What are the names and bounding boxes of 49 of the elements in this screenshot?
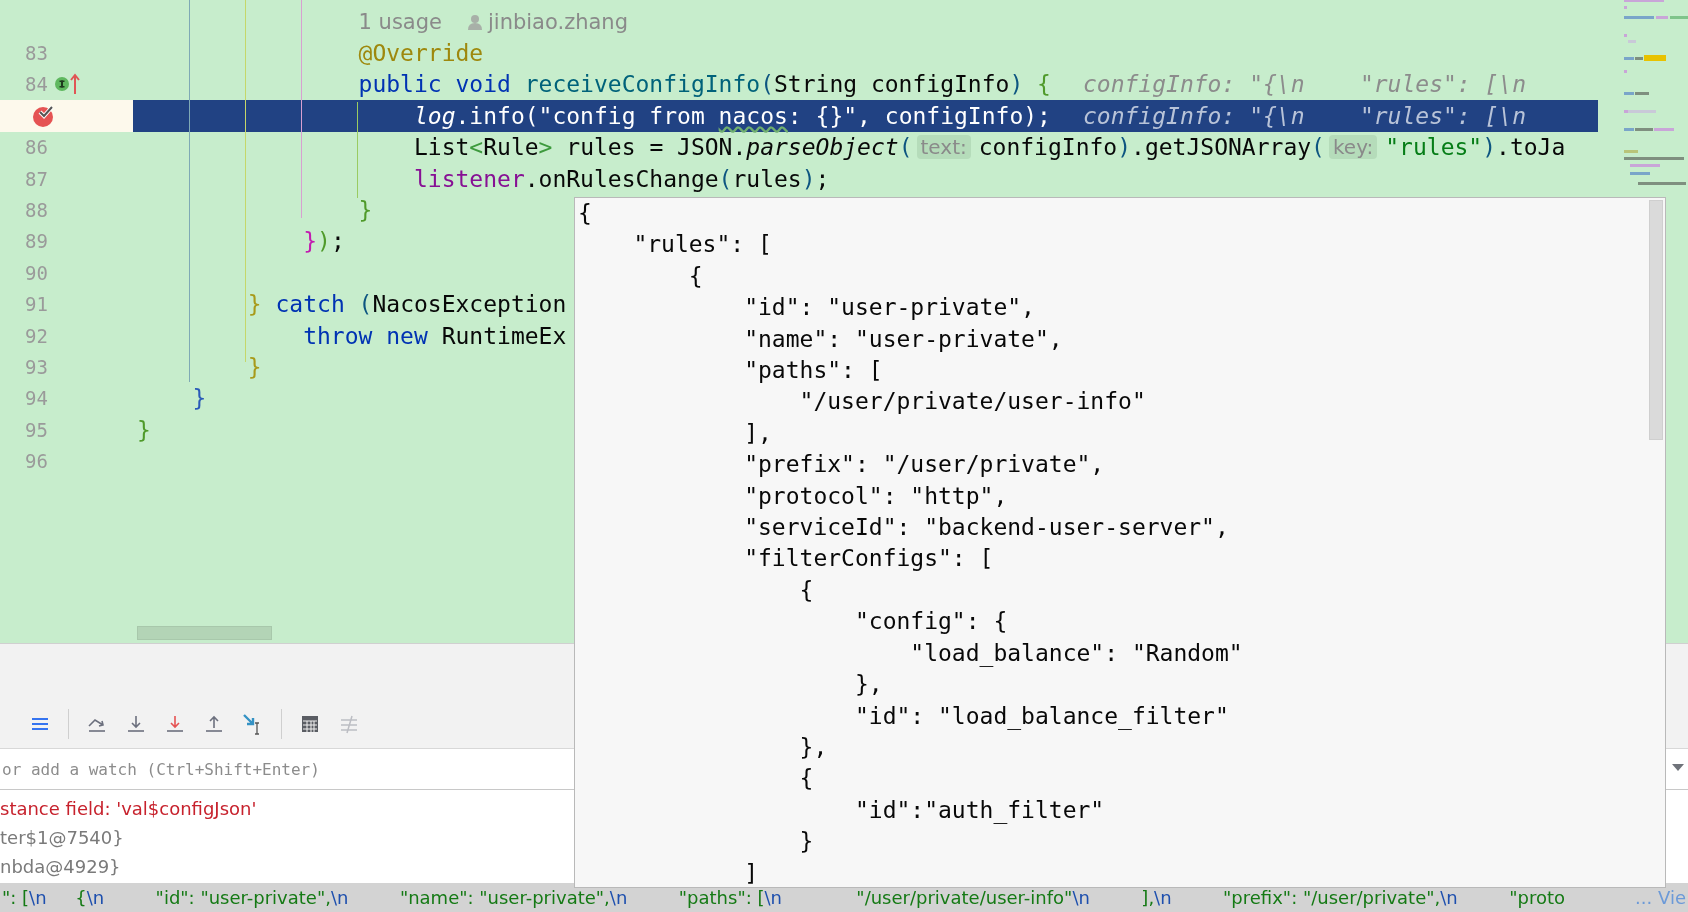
calculator-icon[interactable]	[299, 713, 321, 735]
inline-value: configInfo: "{\n "rules": [\n	[1082, 71, 1527, 98]
code-text: "rules").toJa	[1385, 134, 1566, 161]
step-out-icon[interactable]	[203, 713, 225, 735]
step-into-icon[interactable]	[125, 713, 147, 735]
implements-icon[interactable]	[55, 77, 69, 92]
line-number: 87	[25, 167, 48, 190]
code-text: }	[247, 354, 262, 380]
code-text: @Override	[358, 40, 484, 67]
scrollbar[interactable]	[1649, 200, 1663, 440]
code-text: });	[303, 228, 345, 255]
line-number: 83	[25, 42, 48, 65]
author-name[interactable]: jinbiao.zhang	[487, 9, 628, 34]
line-number: 90	[25, 261, 48, 284]
error-text: stance field: 'val$configJson'	[0, 797, 257, 821]
value-text: { "rules": [ { "id": "user-private", "name": "user-private", "paths": [ "/user/private/user-info" ], "prefix": "/user/private", "protocol": "http", "serviceId": "backend-user-server", "filterConfigs": [ { "config": { "load_balance": "Random" }, "id": "load_balance_filter" }, { "id":"auth_filter" } ]	[577, 199, 1243, 887]
line-number: 84	[25, 73, 48, 96]
code-text: log.info("config from nacos: {}", configInfo);	[413, 102, 1051, 129]
line-number: 93	[25, 356, 48, 378]
code-text: }	[137, 416, 151, 443]
code-text: throw new RuntimeEx	[303, 322, 567, 349]
code-text: configInfo).getJSONArray(	[978, 134, 1325, 161]
usage-count[interactable]: 1 usage	[358, 9, 442, 34]
parameter-hint: text:	[916, 135, 971, 160]
view-link[interactable]: ... Vie	[1635, 887, 1686, 908]
breakpoint-icon[interactable]	[32, 103, 56, 128]
caret-icon[interactable]	[1672, 764, 1684, 772]
code-text: }	[358, 197, 373, 224]
parameter-hint: key:	[1328, 135, 1378, 160]
line-number: 86	[25, 136, 48, 159]
code-text: }	[192, 385, 207, 412]
code-text: List<Rule> rules = JSON.parseObject(	[413, 134, 913, 161]
person-icon	[467, 13, 482, 30]
line-number: 91	[25, 293, 48, 316]
variable-value: nbda@4929}	[0, 855, 121, 879]
variable-value: ter$1@7540}	[0, 826, 124, 850]
step-into-icon[interactable]	[164, 713, 186, 735]
inline-value: configInfo: "{\n "rules": [\n	[1082, 102, 1527, 129]
value-preview: ": [\n {\n "id": "user-private",\n "name": "user-private",\n "paths": [\n "/user/private/user-info"\n ],\n "prefix": "/user/private",\n "proto	[2, 887, 1566, 908]
code-text: public void receiveConfigInfo(String configInfo) {	[358, 71, 1051, 98]
scrollbar[interactable]	[137, 626, 272, 640]
line-number: 88	[25, 199, 48, 222]
code-text: listener.onRulesChange(rules);	[413, 165, 830, 192]
line-number: 89	[25, 230, 48, 253]
line-number: 92	[25, 324, 48, 347]
code-text: } catch (NacosException	[247, 291, 567, 318]
line-number: 94	[25, 387, 48, 410]
line-number: 96	[25, 450, 48, 473]
line-number: 95	[25, 418, 48, 441]
